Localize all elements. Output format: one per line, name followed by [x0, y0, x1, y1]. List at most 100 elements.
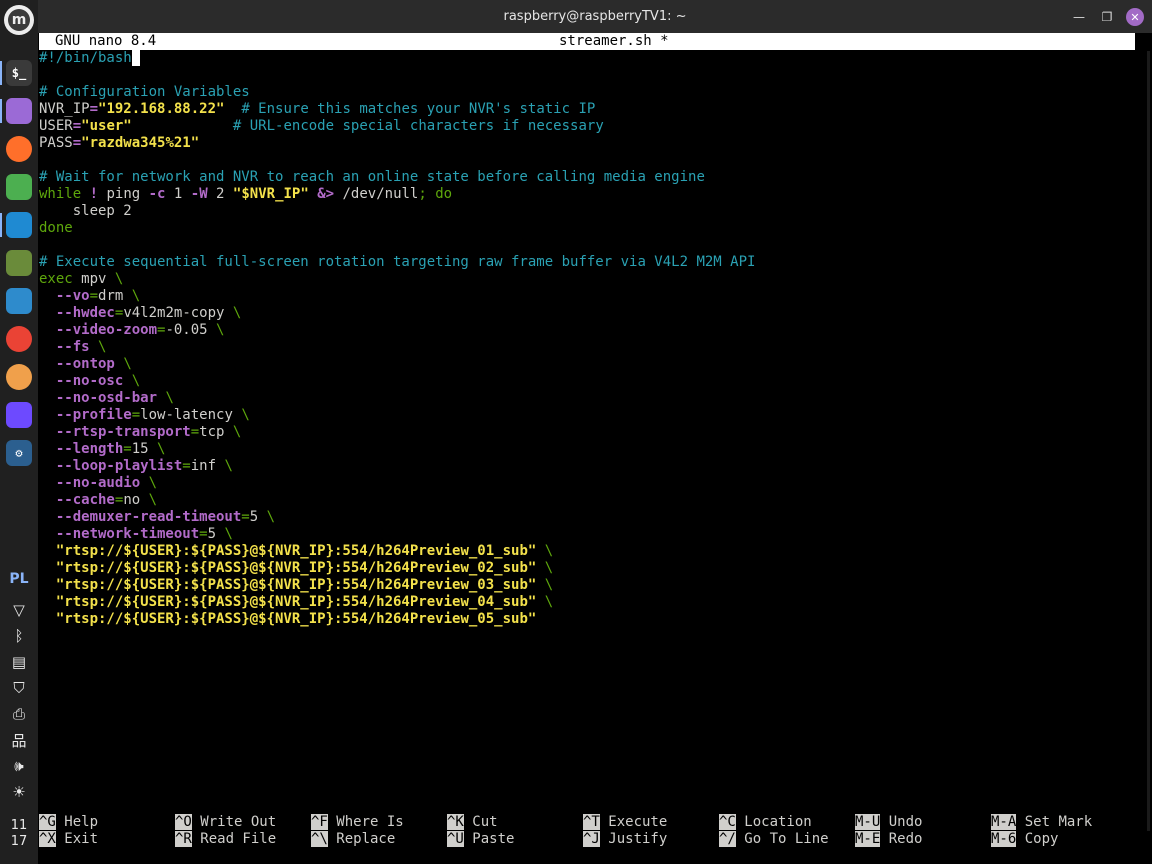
editor-buffer[interactable]: #!/bin/bash # Configuration Variables NVR…: [39, 50, 755, 628]
code-token: "rtsp://${USER}:${PASS}@${NVR_IP}:554/h2…: [55, 594, 537, 610]
code-line[interactable]: USER="user" # URL-encode special charact…: [39, 118, 755, 135]
minimize-button[interactable]: —: [1070, 8, 1088, 26]
shortcut-paste: ^U Paste: [447, 831, 514, 848]
code-line[interactable]: PASS="razdwa345%21": [39, 135, 755, 152]
code-line[interactable]: "rtsp://${USER}:${PASS}@${NVR_IP}:554/h2…: [39, 577, 755, 594]
clock[interactable]: 11 17: [0, 818, 38, 850]
code-token: --cache: [55, 492, 115, 508]
code-line[interactable]: done: [39, 220, 755, 237]
code-line[interactable]: --ontop \: [39, 356, 755, 373]
shortcut-read-file: ^R Read File: [175, 831, 276, 848]
bluetooth-icon[interactable]: ᛒ: [9, 626, 29, 646]
code-token: exec: [39, 271, 73, 287]
code-line[interactable]: "rtsp://${USER}:${PASS}@${NVR_IP}:554/h2…: [39, 611, 755, 628]
code-line[interactable]: exec mpv \: [39, 271, 755, 288]
code-line[interactable]: --no-audio \: [39, 475, 755, 492]
code-line[interactable]: "rtsp://${USER}:${PASS}@${NVR_IP}:554/h2…: [39, 594, 755, 611]
panel-launcher[interactable]: [4, 324, 34, 354]
code-line[interactable]: --length=15 \: [39, 441, 755, 458]
code-line[interactable]: --fs \: [39, 339, 755, 356]
code-line[interactable]: while ! ping -c 1 -W 2 "$NVR_IP" &> /dev…: [39, 186, 755, 203]
code-line[interactable]: --no-osc \: [39, 373, 755, 390]
shortcut-label: Exit: [55, 831, 99, 847]
code-token: --no-osd-bar: [55, 390, 158, 406]
code-token: \: [165, 390, 174, 406]
vpn-tray-icon[interactable]: ▽: [9, 600, 29, 620]
printer-icon[interactable]: ⎙: [9, 704, 29, 724]
code-token: --demuxer-read-timeout: [55, 509, 242, 525]
code-line[interactable]: --video-zoom=-0.05 \: [39, 322, 755, 339]
maximize-button[interactable]: ❐: [1098, 8, 1116, 26]
panel-launcher[interactable]: ⚙: [4, 438, 34, 468]
panel-launcher[interactable]: [4, 248, 34, 278]
code-line[interactable]: [39, 152, 755, 169]
panel-launcher[interactable]: [0, 210, 34, 240]
code-token: =: [89, 288, 99, 304]
code-line[interactable]: NVR_IP="192.168.88.22" # Ensure this mat…: [39, 101, 755, 118]
network-icon[interactable]: 品: [9, 730, 29, 750]
code-token: --video-zoom: [55, 322, 158, 338]
code-token: \: [544, 560, 554, 576]
shield-icon[interactable]: ⛉: [9, 678, 29, 698]
code-token: NVR_IP: [39, 101, 90, 117]
code-line[interactable]: sleep 2: [39, 203, 755, 220]
panel-launcher[interactable]: [0, 96, 34, 126]
code-line[interactable]: --vo=drm \: [39, 288, 755, 305]
code-line[interactable]: --rtsp-transport=tcp \: [39, 424, 755, 441]
code-line[interactable]: --no-osd-bar \: [39, 390, 755, 407]
code-token: inf: [190, 458, 225, 474]
code-token: ; do: [418, 186, 453, 202]
clock-minute: 17: [10, 834, 28, 849]
menu-button[interactable]: m: [4, 5, 34, 35]
code-line[interactable]: --network-timeout=5 \: [39, 526, 755, 543]
code-line[interactable]: --hwdec=v4l2m2m-copy \: [39, 305, 755, 322]
code-token: \: [224, 526, 233, 542]
scrollbar[interactable]: [1147, 51, 1150, 831]
code-line[interactable]: "rtsp://${USER}:${PASS}@${NVR_IP}:554/h2…: [39, 543, 755, 560]
code-token: "192.168.88.22": [98, 101, 225, 117]
shortcut-label: Help: [55, 814, 99, 830]
code-line[interactable]: # Execute sequential full-screen rotatio…: [39, 254, 755, 271]
code-line[interactable]: #!/bin/bash: [39, 50, 755, 67]
clipboard-icon[interactable]: ▤: [9, 652, 29, 672]
terminal-area[interactable]: GNU nano 8.4 streamer.sh * #!/bin/bash #…: [38, 33, 1152, 864]
code-token: "rtsp://${USER}:${PASS}@${NVR_IP}:554/h2…: [55, 577, 537, 593]
shortcut-key: ^U: [447, 831, 464, 847]
panel-launcher[interactable]: [4, 134, 34, 164]
code-token: \: [544, 543, 554, 559]
code-token: no: [123, 492, 149, 508]
code-token: 15: [131, 441, 158, 457]
panel-launcher[interactable]: [4, 362, 34, 392]
code-line[interactable]: [39, 67, 755, 84]
code-token: --network-timeout: [55, 526, 200, 542]
code-line[interactable]: --cache=no \: [39, 492, 755, 509]
shortcut-label: Location: [735, 814, 812, 830]
shortcut-label: Cut: [463, 814, 498, 830]
code-line[interactable]: --profile=low-latency \: [39, 407, 755, 424]
code-line[interactable]: # Configuration Variables: [39, 84, 755, 101]
code-line[interactable]: [39, 237, 755, 254]
code-line[interactable]: "rtsp://${USER}:${PASS}@${NVR_IP}:554/h2…: [39, 560, 755, 577]
window-titlebar[interactable]: raspberry@raspberryTV1: ~ — ❐ ✕: [38, 0, 1152, 33]
code-token: =: [72, 118, 82, 134]
keyboard-layout-indicator[interactable]: PL: [0, 571, 38, 587]
code-line[interactable]: # Wait for network and NVR to reach an o…: [39, 169, 755, 186]
panel-launcher[interactable]: [4, 400, 34, 430]
code-line[interactable]: --loop-playlist=inf \: [39, 458, 755, 475]
panel-launcher[interactable]: [4, 286, 34, 316]
volume-icon[interactable]: 🕪: [9, 756, 29, 776]
close-button[interactable]: ✕: [1126, 8, 1144, 26]
panel-launcher[interactable]: $_: [0, 58, 34, 88]
code-line[interactable]: --demuxer-read-timeout=5 \: [39, 509, 755, 526]
brightness-icon[interactable]: ☀: [9, 782, 29, 802]
panel-launcher[interactable]: [4, 172, 34, 202]
shortcut-label: Set Mark: [1016, 814, 1093, 830]
code-token: =: [190, 424, 200, 440]
